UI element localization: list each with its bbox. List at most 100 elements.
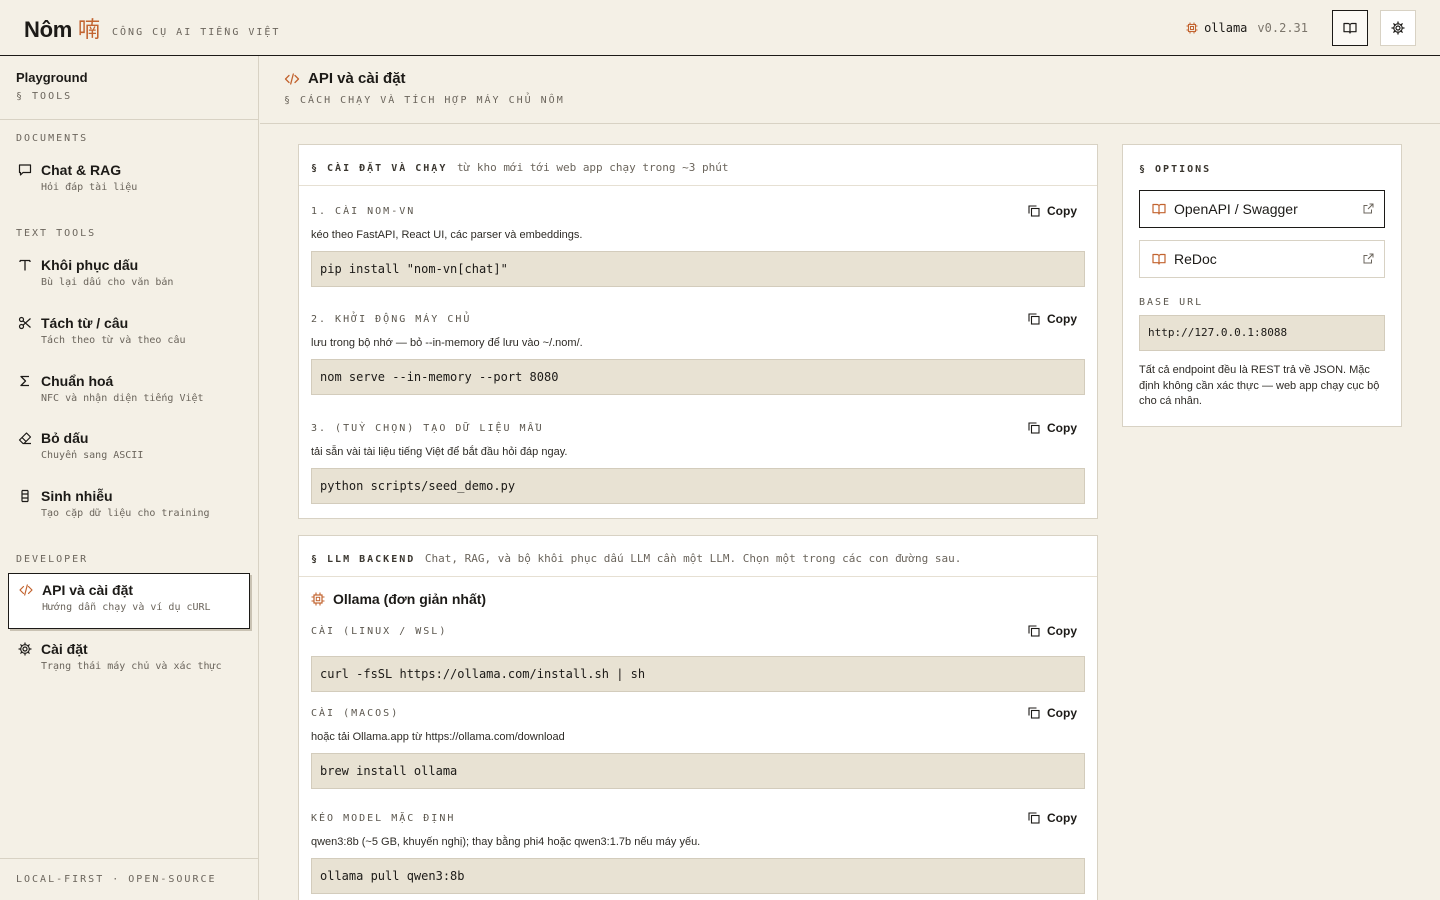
- sidebar-item-label: Cài đặt: [41, 641, 88, 657]
- sidebar-item-normalize[interactable]: Chuẩn hoá NFC và nhận diện tiếng Việt: [8, 365, 250, 421]
- copy-icon: [1028, 313, 1040, 325]
- model-name: ollama: [1204, 21, 1248, 35]
- step-desc: hoặc tải Ollama.app từ https://ollama.co…: [311, 731, 565, 743]
- copy-label: Copy: [1047, 421, 1077, 435]
- sidebar: Playground § TOOLS DOCUMENTS Chat & RAG …: [0, 56, 259, 900]
- copy-button[interactable]: Copy: [1028, 811, 1077, 825]
- openapi-swagger-link[interactable]: OpenAPI / Swagger: [1139, 190, 1385, 228]
- copy-label: Copy: [1047, 312, 1077, 326]
- copy-icon: [1028, 422, 1040, 434]
- noise-icon: [21, 489, 29, 503]
- step-title: 3. (TUỲ CHỌN) TẠO DỮ LIỆU MẪU: [311, 422, 544, 434]
- sidebar-footer: LOCAL-FIRST · OPEN-SOURCE: [0, 858, 258, 900]
- page-title: API và cài đặt: [308, 70, 406, 87]
- settings-button[interactable]: [1380, 10, 1416, 46]
- install-step: 2. KHỞI ĐỘNG MÁY CHỦ Copy lưu trong bộ n…: [311, 310, 1085, 395]
- sidebar-item-tokenize[interactable]: Tách từ / câu Tách theo từ và theo câu: [8, 307, 250, 363]
- copy-label: Copy: [1047, 706, 1077, 720]
- code-block[interactable]: brew install ollama: [311, 753, 1085, 789]
- model-status[interactable]: ollama v0.2.31: [1186, 21, 1308, 35]
- step-desc: tải sẵn vài tài liệu tiếng Việt để bắt đ…: [311, 446, 568, 458]
- book-icon: [1152, 203, 1166, 215]
- chat-bubble-icon: [18, 164, 32, 176]
- code-block[interactable]: curl -fsSL https://ollama.com/install.sh…: [311, 656, 1085, 692]
- copy-button[interactable]: Copy: [1028, 204, 1077, 218]
- docs-button[interactable]: [1332, 10, 1368, 46]
- page-header: API và cài đặt § CÁCH CHẠY VÀ TÍCH HỢP M…: [260, 56, 1440, 124]
- step-title: KÉO MODEL MẶC ĐỊNH: [311, 812, 456, 824]
- copy-button[interactable]: Copy: [1028, 312, 1077, 326]
- step-desc: lưu trong bộ nhớ — bỏ --in-memory để lưu…: [311, 337, 583, 349]
- text-t-icon: [19, 259, 31, 271]
- gear-icon: [18, 642, 32, 656]
- chip-icon: [1186, 22, 1198, 34]
- options-heading: § OPTIONS: [1139, 164, 1212, 175]
- step-title: 2. KHỞI ĐỘNG MÁY CHỦ: [311, 313, 472, 325]
- sigma-icon: [20, 375, 29, 387]
- sidebar-item-desc: Hỏi đáp tài liệu: [41, 182, 138, 193]
- brand-tagline: CÔNG CỤ AI TIẾNG VIỆT: [112, 27, 281, 38]
- gear-icon: [1391, 21, 1405, 35]
- sidebar-item-restore-diacritics[interactable]: Khôi phục dấu Bù lại dấu cho văn bản: [8, 249, 250, 305]
- external-link-icon: [1363, 253, 1374, 264]
- sidebar-item-label: Sinh nhiễu: [41, 488, 113, 504]
- book-icon: [1152, 253, 1166, 265]
- sidebar-item-desc: Trạng thái máy chủ và xác thực: [41, 661, 222, 672]
- sidebar-item-label: Bỏ dấu: [41, 430, 89, 446]
- sidebar-item-desc: Bù lại dấu cho văn bản: [41, 277, 174, 288]
- section-text-tools: TEXT TOOLS: [16, 228, 97, 239]
- code-block[interactable]: python scripts/seed_demo.py: [311, 468, 1085, 504]
- sidebar-item-noise[interactable]: Sinh nhiễu Tạo cặp dữ liệu cho training: [8, 480, 250, 536]
- section-developer: DEVELOPER: [16, 554, 89, 565]
- sidebar-subtitle: § TOOLS: [16, 91, 73, 102]
- step-title: 1. CÀI NOM-VN: [311, 205, 416, 217]
- base-url-value[interactable]: http://127.0.0.1:8088: [1139, 315, 1385, 351]
- sidebar-item-settings[interactable]: Cài đặt Trạng thái máy chủ và xác thực: [8, 633, 250, 689]
- code-block[interactable]: pip install "nom-vn[chat]": [311, 251, 1085, 287]
- options-note: Tất cả endpoint đều là REST trả về JSON.…: [1139, 364, 1380, 407]
- code-icon: [284, 72, 300, 85]
- copy-icon: [1028, 625, 1040, 637]
- copy-icon: [1028, 707, 1040, 719]
- sidebar-item-chat-rag[interactable]: Chat & RAG Hỏi đáp tài liệu: [8, 154, 250, 210]
- copy-button[interactable]: Copy: [1028, 706, 1077, 720]
- sidebar-item-desc: NFC và nhận diện tiếng Việt: [41, 393, 204, 404]
- install-step: 3. (TUỲ CHỌN) TẠO DỮ LIỆU MẪU Copy tải s…: [311, 419, 1085, 504]
- sidebar-item-api[interactable]: API và cài đặt Hướng dẫn chạy và ví dụ c…: [8, 573, 250, 629]
- code-block[interactable]: nom serve --in-memory --port 8080: [311, 359, 1085, 395]
- brand[interactable]: Nôm 喃 CÔNG CỤ AI TIẾNG VIỆT: [24, 12, 280, 44]
- section-documents: DOCUMENTS: [16, 133, 89, 144]
- copy-label: Copy: [1047, 624, 1077, 638]
- base-url-label: BASE URL: [1139, 297, 1204, 308]
- copy-button[interactable]: Copy: [1028, 624, 1077, 638]
- sidebar-title: Playground: [16, 70, 88, 85]
- backend-card: § LLM BACKEND Chat, RAG, và bộ khôi phục…: [298, 535, 1098, 900]
- options-card: § OPTIONS OpenAPI / Swagger ReDoc BASE U…: [1122, 144, 1402, 427]
- sidebar-item-desc: Tạo cặp dữ liệu cho training: [41, 508, 210, 519]
- sidebar-item-label: Tách từ / câu: [41, 315, 129, 331]
- backend-heading: § LLM BACKEND: [311, 554, 416, 565]
- copy-icon: [1028, 812, 1040, 824]
- step-desc: qwen3:8b (~5 GB, khuyến nghị); thay bằng…: [311, 836, 701, 848]
- sidebar-item-desc: Chuyển sang ASCII: [41, 450, 144, 461]
- chip-icon: [311, 592, 325, 606]
- backend-heading-desc: Chat, RAG, và bộ khôi phục dấu LLM cần m…: [424, 552, 962, 565]
- code-block[interactable]: ollama pull qwen3:8b: [311, 858, 1085, 894]
- sidebar-item-label: Khôi phục dấu: [41, 257, 139, 273]
- backend-step: CÀI (MACOS) Copy hoặc tải Ollama.app từ …: [311, 704, 1085, 789]
- step-desc: kéo theo FastAPI, React UI, các parser v…: [311, 229, 583, 241]
- copy-button[interactable]: Copy: [1028, 421, 1077, 435]
- sidebar-item-desc: Tách theo từ và theo câu: [41, 335, 186, 346]
- brand-name: Nôm: [24, 17, 72, 42]
- redoc-link[interactable]: ReDoc: [1139, 240, 1385, 278]
- copy-icon: [1028, 205, 1040, 217]
- code-icon: [19, 584, 33, 596]
- sidebar-item-label: Chuẩn hoá: [41, 373, 114, 389]
- provider-title: Ollama (đơn giản nhất): [311, 591, 486, 607]
- eraser-icon: [18, 432, 32, 445]
- copy-label: Copy: [1047, 811, 1077, 825]
- install-step: 1. CÀI NOM-VN Copy kéo theo FastAPI, Rea…: [311, 202, 1085, 287]
- step-title: CÀI (MACOS): [311, 707, 400, 719]
- backend-step: CÀI (LINUX / WSL) Copy curl -fsSL https:…: [311, 622, 1085, 692]
- sidebar-item-strip-diacritics[interactable]: Bỏ dấu Chuyển sang ASCII: [8, 422, 250, 478]
